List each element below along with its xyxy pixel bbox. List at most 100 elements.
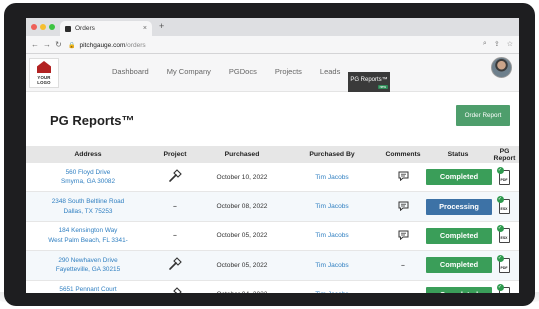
table-row[interactable]: 5651 Pennant CourtCape Coral, FL 33914 Oc… bbox=[26, 281, 519, 293]
maximize-window-button[interactable] bbox=[49, 24, 55, 30]
nav-pgdocs[interactable]: PGDocs bbox=[229, 67, 257, 76]
app-header: YOUR LOGO Dashboard My Company PGDocs Pr… bbox=[26, 54, 519, 92]
status-badge: Completed bbox=[426, 286, 492, 293]
table-row[interactable]: 290 Newhaven Drive Fayetteville, GA 30215… bbox=[26, 251, 519, 281]
status-cell: Completed bbox=[426, 227, 492, 244]
check-icon: ✓ bbox=[496, 254, 504, 262]
address-street[interactable]: 290 Newhaven Drive bbox=[26, 256, 150, 266]
nav-pg-reports-label: PG Reports™ bbox=[350, 77, 388, 83]
nav-my-company[interactable]: My Company bbox=[167, 67, 211, 76]
tab-close-icon[interactable]: × bbox=[143, 25, 147, 32]
purchased-date: October 04, 2022 bbox=[200, 291, 284, 293]
purchased-date: October 08, 2022 bbox=[216, 203, 268, 211]
purchased-by-cell: Tim Jacobs bbox=[284, 262, 380, 269]
column-header-purchased-by[interactable]: Purchased By bbox=[284, 151, 380, 158]
column-header-comments[interactable]: Comments bbox=[380, 151, 426, 158]
order-report-button[interactable]: Order Report bbox=[456, 105, 510, 126]
status-cell: Completed bbox=[426, 286, 492, 293]
nav-leads[interactable]: Leads bbox=[320, 67, 340, 76]
status-cell: Completed bbox=[426, 169, 492, 186]
report-cell: ESX ✓ bbox=[490, 196, 519, 217]
comment-icon[interactable] bbox=[398, 230, 409, 241]
screen: Orders × + ← → ↻ 🔒 pitchgauge.com /order… bbox=[26, 18, 519, 293]
report-file-icon[interactable]: PDF✓ bbox=[496, 284, 512, 293]
report-file-icon[interactable]: PDF✓ bbox=[496, 166, 512, 186]
purchased-by-cell: Tim Jacobs bbox=[284, 291, 380, 293]
lock-icon: 🔒 bbox=[68, 43, 76, 49]
column-header-pg-report[interactable]: PG Report bbox=[490, 148, 519, 162]
purchased-by-link[interactable]: Tim Jacobs bbox=[315, 291, 348, 293]
address-cell[interactable]: 560 Floyd Drive Smyrna, GA 30082 bbox=[26, 168, 150, 187]
address-street[interactable]: 184 Kensington Way bbox=[26, 226, 150, 236]
hammer-icon[interactable] bbox=[168, 257, 182, 271]
forward-button[interactable]: → bbox=[43, 40, 51, 49]
close-window-button[interactable] bbox=[31, 24, 37, 30]
address-cell[interactable]: 184 Kensington Way West Palm Beach, FL 33… bbox=[26, 226, 150, 245]
check-icon: ✓ bbox=[496, 284, 504, 292]
report-file-icon[interactable]: ESX ✓ bbox=[496, 225, 512, 244]
purchased-date: October 05, 2022 bbox=[216, 261, 268, 269]
comment-icon[interactable] bbox=[398, 171, 409, 182]
company-logo[interactable]: YOUR LOGO bbox=[29, 58, 59, 88]
purchased-by-cell: Tim Jacobs bbox=[284, 232, 380, 239]
page-title: PG Reports™ bbox=[50, 113, 135, 128]
table-row[interactable]: 184 Kensington Way West Palm Beach, FL 33… bbox=[26, 222, 519, 252]
zoom-icon[interactable]: ⌕ bbox=[483, 40, 487, 48]
address-street[interactable]: 5651 Pennant Court bbox=[26, 285, 150, 293]
address-city[interactable]: Smyrna, GA 30082 bbox=[26, 177, 150, 187]
table-row[interactable]: 560 Floyd Drive Smyrna, GA 30082 October 1… bbox=[26, 163, 519, 193]
table-row[interactable]: 2348 South Beltline Road Dallas, TX 75253… bbox=[26, 192, 519, 222]
table-header: Address Project Purchased Purchased By C… bbox=[26, 146, 519, 163]
address-city[interactable]: Fayetteville, GA 30215 bbox=[26, 265, 150, 275]
back-button[interactable]: ← bbox=[31, 40, 39, 49]
reports-table: Address Project Purchased Purchased By C… bbox=[26, 146, 519, 293]
share-icon[interactable]: ⇪ bbox=[494, 40, 500, 48]
check-icon: ✓ bbox=[496, 166, 504, 174]
report-file-icon[interactable]: PDF✓ bbox=[496, 254, 512, 274]
report-file-icon[interactable]: ESX ✓ bbox=[496, 196, 512, 215]
reload-button[interactable]: ↻ bbox=[55, 40, 62, 49]
address-bar-actions: ⌕ ⇪ ☆ bbox=[483, 40, 513, 48]
address-cell[interactable]: 2348 South Beltline Road Dallas, TX 75253 bbox=[26, 197, 150, 216]
comment-icon[interactable] bbox=[398, 201, 409, 211]
address-street[interactable]: 560 Floyd Drive bbox=[26, 168, 150, 178]
report-cell: PDF✓ bbox=[490, 254, 519, 276]
purchased-by-cell: Tim Jacobs bbox=[284, 203, 380, 210]
column-header-purchased[interactable]: Purchased bbox=[200, 151, 284, 158]
browser-tab[interactable]: Orders × bbox=[60, 21, 152, 36]
column-header-address[interactable]: Address bbox=[26, 151, 150, 158]
bookmark-star-icon[interactable]: ☆ bbox=[507, 40, 513, 48]
address-city[interactable]: West Palm Beach, FL 3341- bbox=[26, 236, 150, 246]
nav-dashboard[interactable]: Dashboard bbox=[112, 67, 149, 76]
report-cell: PDF✓ bbox=[490, 284, 519, 293]
address-cell[interactable]: 290 Newhaven Drive Fayetteville, GA 30215 bbox=[26, 256, 150, 275]
column-header-project[interactable]: Project bbox=[150, 151, 200, 158]
browser-tab-bar: Orders × + bbox=[26, 18, 519, 36]
address-cell[interactable]: 5651 Pennant CourtCape Coral, FL 33914 bbox=[26, 285, 150, 293]
nav-pg-reports[interactable]: PG Reports™ new bbox=[348, 72, 390, 92]
house-logo-icon bbox=[37, 61, 51, 73]
status-cell: Processing bbox=[426, 198, 492, 215]
new-tab-button[interactable]: + bbox=[159, 21, 164, 31]
main-nav: Dashboard My Company PGDocs Projects Lea… bbox=[112, 67, 358, 76]
status-badge: Completed bbox=[426, 257, 492, 274]
hammer-icon[interactable] bbox=[168, 169, 182, 183]
user-avatar[interactable] bbox=[491, 57, 512, 78]
purchased-by-link[interactable]: Tim Jacobs bbox=[315, 232, 348, 239]
purchased-by-link[interactable]: Tim Jacobs bbox=[315, 174, 348, 181]
new-badge: new bbox=[377, 85, 388, 89]
monitor-frame: Orders × + ← → ↻ 🔒 pitchgauge.com /order… bbox=[4, 3, 535, 306]
favicon-icon bbox=[65, 25, 71, 32]
table-body: 560 Floyd Drive Smyrna, GA 30082 October 1… bbox=[26, 163, 519, 293]
minimize-window-button[interactable] bbox=[40, 24, 46, 30]
address-street[interactable]: 2348 South Beltline Road bbox=[26, 197, 150, 207]
comments-cell bbox=[380, 230, 426, 242]
purchased-by-link[interactable]: Tim Jacobs bbox=[315, 203, 348, 210]
column-header-status[interactable]: Status bbox=[426, 151, 490, 158]
url-field[interactable]: 🔒 pitchgauge.com /orders bbox=[68, 40, 474, 51]
nav-projects[interactable]: Projects bbox=[275, 67, 302, 76]
address-city[interactable]: Dallas, TX 75253 bbox=[26, 207, 150, 217]
purchased-by-link[interactable]: Tim Jacobs bbox=[315, 262, 348, 269]
project-empty: – bbox=[173, 203, 177, 211]
hammer-icon[interactable] bbox=[168, 286, 182, 293]
